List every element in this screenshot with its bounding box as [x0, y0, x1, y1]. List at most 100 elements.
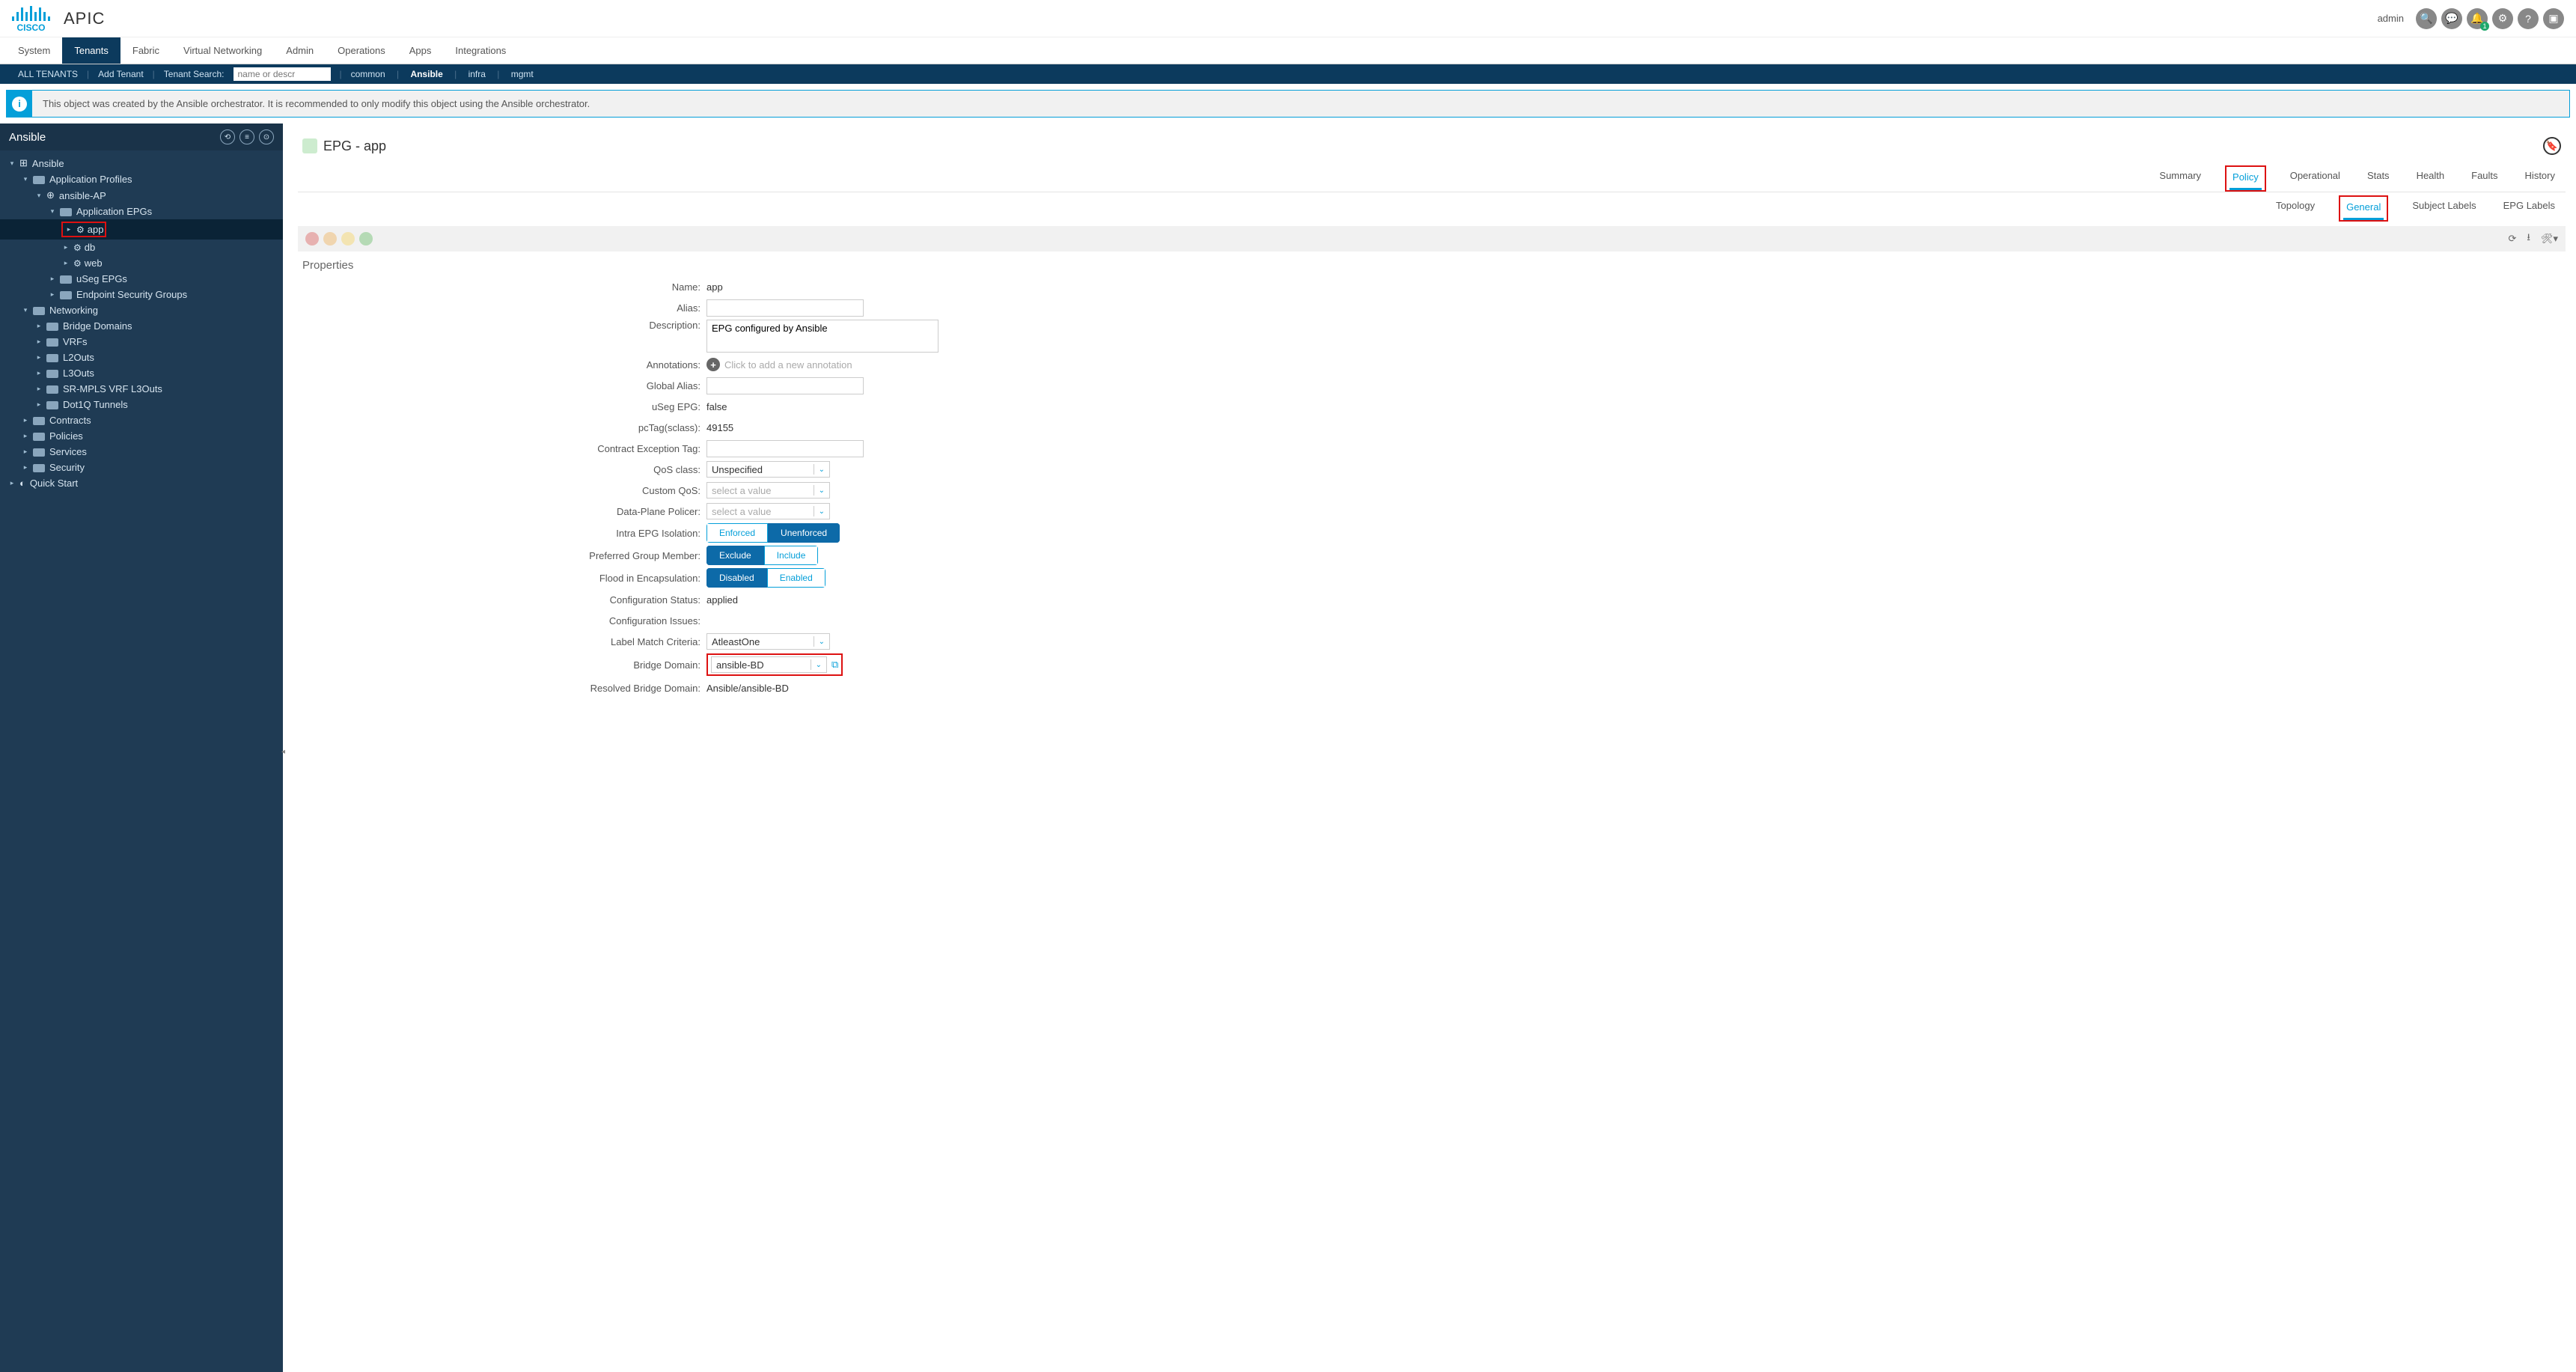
tg-flood-enabled[interactable]: Enabled [767, 568, 825, 588]
tree-node-bridge-domains[interactable]: ▸Bridge Domains [0, 318, 283, 334]
nav-tab-integrations[interactable]: Integrations [443, 37, 518, 64]
nav-tab-system[interactable]: System [6, 37, 62, 64]
ann-placeholder[interactable]: Click to add a new annotation [724, 359, 852, 371]
lbl-lmc: Label Match Criteria: [302, 636, 706, 647]
tools-icon[interactable]: 🛠▾ [2541, 233, 2558, 245]
tg-iso-enforced[interactable]: Enforced [706, 523, 768, 543]
global-alias-input[interactable] [706, 377, 864, 394]
all-tenants-link[interactable]: ALL TENANTS [9, 69, 87, 79]
tenant-link-common[interactable]: common [342, 69, 394, 79]
tree-node-policies[interactable]: ▸Policies [0, 428, 283, 444]
tree-node-security[interactable]: ▸Security [0, 460, 283, 475]
fault-minor-icon[interactable] [341, 232, 355, 246]
cqos-select[interactable]: select a value⌄ [706, 482, 830, 499]
tree-node-application-profiles[interactable]: ▾Application Profiles [0, 171, 283, 187]
bell-icon[interactable]: 🔔 [2467, 8, 2488, 29]
nav-tab-tenants[interactable]: Tenants [62, 37, 120, 64]
lmc-select[interactable]: AtleastOne⌄ [706, 633, 830, 650]
add-tenant-link[interactable]: Add Tenant [89, 69, 153, 79]
chevron-down-icon: ⌄ [814, 485, 825, 496]
apps-icon[interactable]: ▣ [2543, 8, 2564, 29]
tabs2-epg-labels[interactable]: EPG Labels [2500, 195, 2558, 222]
tree-node-db[interactable]: ▸db [0, 240, 283, 255]
tree-node-endpoint-security-groups[interactable]: ▸Endpoint Security Groups [0, 287, 283, 302]
alias-input[interactable] [706, 299, 864, 317]
nav-tab-virtual-networking[interactable]: Virtual Networking [171, 37, 274, 64]
sidebar: Ansible ⟲ ≡ ⊙ ▾⊞Ansible▾Application Prof… [0, 124, 283, 1372]
tenant-link-ansible[interactable]: Ansible [401, 69, 451, 79]
lbl-alias: Alias: [302, 302, 706, 314]
tree-node-quick-start[interactable]: ▸◐Quick Start [0, 475, 283, 491]
tabs1-summary[interactable]: Summary [2156, 165, 2204, 192]
qos-select[interactable]: Unspecified⌄ [706, 461, 830, 478]
username[interactable]: admin [2378, 13, 2404, 24]
tabs1-history[interactable]: History [2522, 165, 2558, 192]
tabs1-stats[interactable]: Stats [2364, 165, 2393, 192]
tg-pgm-include[interactable]: Include [764, 546, 819, 565]
lbl-ann: Annotations: [302, 359, 706, 371]
splitter[interactable] [283, 124, 287, 1372]
tree-node-sr-mpls-vrf-l3outs[interactable]: ▸SR-MPLS VRF L3Outs [0, 381, 283, 397]
tabs1-health[interactable]: Health [2414, 165, 2448, 192]
tree-node-web[interactable]: ▸web [0, 255, 283, 271]
tabs1-operational[interactable]: Operational [2287, 165, 2343, 192]
open-link-icon[interactable]: ⧉ [831, 659, 838, 671]
search-icon[interactable]: 🔍 [2416, 8, 2437, 29]
cet-input[interactable] [706, 440, 864, 457]
nav-tab-fabric[interactable]: Fabric [120, 37, 171, 64]
feedback-icon[interactable]: 💬 [2441, 8, 2462, 29]
dpp-select[interactable]: select a value⌄ [706, 503, 830, 519]
help-icon[interactable]: ? [2518, 8, 2539, 29]
desc-input[interactable] [706, 320, 938, 353]
tree-node-l2outs[interactable]: ▸L2Outs [0, 350, 283, 365]
tenant-link-mgmt[interactable]: mgmt [502, 69, 543, 79]
tenant-search-input[interactable] [234, 67, 331, 81]
subnav: ALL TENANTS | Add Tenant | Tenant Search… [0, 64, 2576, 84]
qos-value: Unspecified [712, 464, 763, 475]
tree-node-l3outs[interactable]: ▸L3Outs [0, 365, 283, 381]
chevron-down-icon: ⌄ [814, 506, 825, 516]
nav-tab-admin[interactable]: Admin [274, 37, 326, 64]
fault-critical-icon[interactable] [305, 232, 319, 246]
tg-flood-disabled[interactable]: Disabled [706, 568, 767, 588]
tree-node-ansible-ap[interactable]: ▾⊕ansible-AP [0, 187, 283, 204]
tree-node-vrfs[interactable]: ▸VRFs [0, 334, 283, 350]
tree-node-app[interactable]: ▸app [0, 219, 283, 240]
refresh-icon[interactable]: ⟳ [2509, 233, 2517, 245]
iso-toggle[interactable]: EnforcedUnenforced [706, 523, 840, 543]
sidebar-action-3[interactable]: ⊙ [259, 129, 274, 144]
tabs1-faults[interactable]: Faults [2468, 165, 2500, 192]
tabs2-subject-labels[interactable]: Subject Labels [2409, 195, 2479, 222]
gear-icon[interactable]: ⚙ [2492, 8, 2513, 29]
sidebar-action-2[interactable]: ≡ [239, 129, 254, 144]
tabs1-policy[interactable]: Policy [2229, 167, 2262, 190]
chevron-down-icon: ⌄ [814, 636, 825, 647]
tree-node-contracts[interactable]: ▸Contracts [0, 412, 283, 428]
nav-tab-apps[interactable]: Apps [397, 37, 444, 64]
pgm-toggle[interactable]: ExcludeInclude [706, 546, 818, 565]
bookmark-icon[interactable]: 🔖 [2543, 137, 2561, 155]
chevron-down-icon: ⌄ [811, 659, 822, 670]
status-dots [305, 232, 373, 246]
tg-pgm-exclude[interactable]: Exclude [706, 546, 764, 565]
tree-node-services[interactable]: ▸Services [0, 444, 283, 460]
tenant-link-infra[interactable]: infra [460, 69, 495, 79]
fault-warning-icon[interactable] [359, 232, 373, 246]
tree-node-dot1q-tunnels[interactable]: ▸Dot1Q Tunnels [0, 397, 283, 412]
bd-select[interactable]: ansible-BD⌄ [711, 656, 827, 673]
tabs2-general[interactable]: General [2343, 197, 2384, 220]
flood-toggle[interactable]: DisabledEnabled [706, 568, 825, 588]
sidebar-action-1[interactable]: ⟲ [220, 129, 235, 144]
nav-tab-operations[interactable]: Operations [326, 37, 397, 64]
properties-heading: Properties [302, 259, 2561, 272]
secondary-tabs: Topology General Subject Labels EPG Labels [298, 192, 2566, 222]
tg-iso-unenforced[interactable]: Unenforced [768, 523, 840, 543]
tree-node-networking[interactable]: ▾Networking [0, 302, 283, 318]
tree-node-application-epgs[interactable]: ▾Application EPGs [0, 204, 283, 219]
tabs2-topology[interactable]: Topology [2273, 195, 2318, 222]
tree-node-ansible[interactable]: ▾⊞Ansible [0, 155, 283, 171]
tree-node-useg-epgs[interactable]: ▸uSeg EPGs [0, 271, 283, 287]
download-icon[interactable]: ⭳ [2527, 231, 2530, 247]
add-annotation-icon[interactable]: + [706, 358, 720, 371]
fault-major-icon[interactable] [323, 232, 337, 246]
